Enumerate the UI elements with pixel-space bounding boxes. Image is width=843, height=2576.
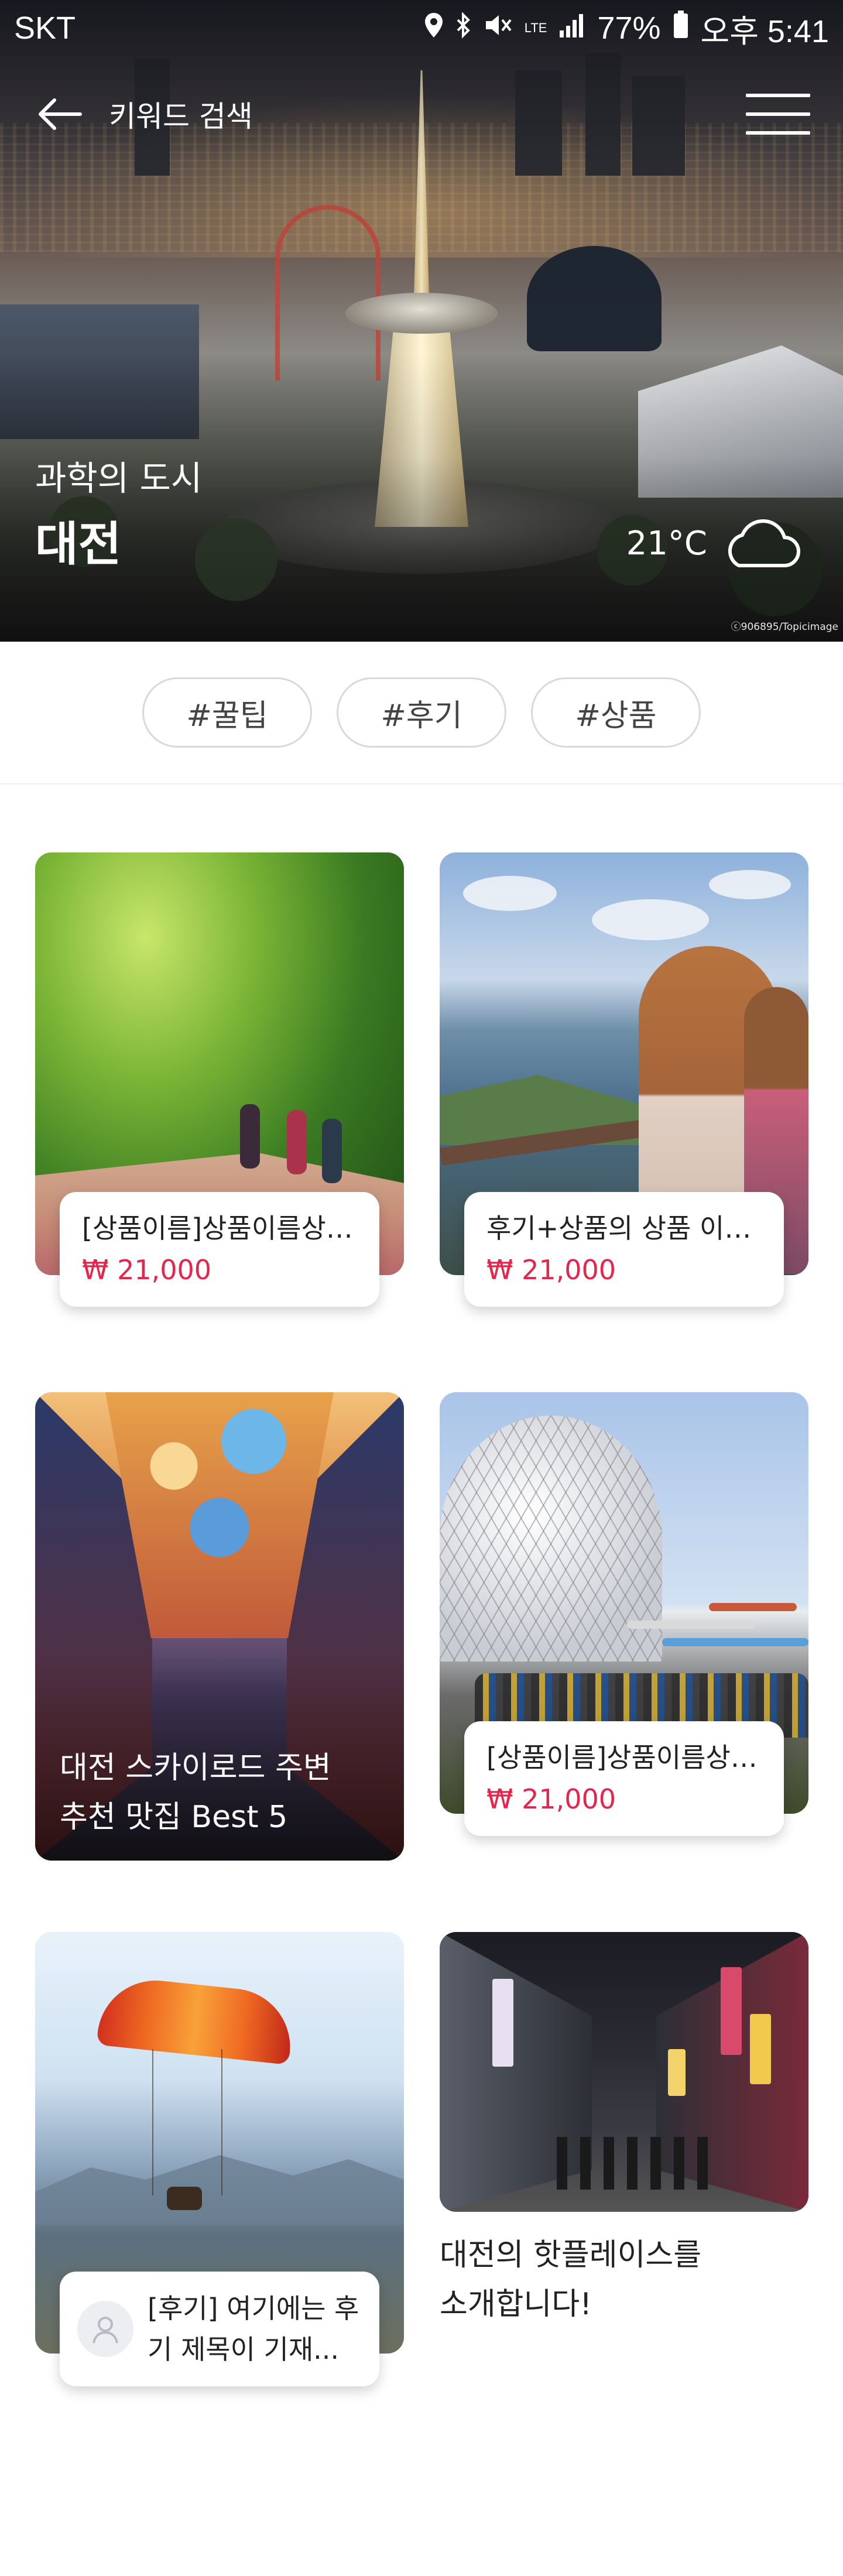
tag-tips[interactable]: #꿀팁 bbox=[142, 677, 312, 748]
battery-icon bbox=[673, 10, 689, 46]
hiker-figure bbox=[287, 1110, 307, 1174]
hamburger-icon-line bbox=[746, 112, 810, 116]
product-card[interactable]: [상품이름]상품이름상품이름 ₩ 21,000 bbox=[35, 852, 404, 1309]
battery-percent: 77% bbox=[597, 11, 661, 46]
article-title-line: 대전의 핫플레이스를 bbox=[440, 2238, 702, 2273]
user-icon bbox=[92, 2317, 118, 2344]
canopy-shape bbox=[709, 1603, 797, 1611]
hiker-figure bbox=[240, 1104, 260, 1169]
review-title-line: [후기] 여기에는 후 bbox=[148, 2293, 359, 2324]
clock: 오후 5:41 bbox=[700, 13, 829, 49]
review-title: [후기] 여기에는 후 기 제목이 기재... bbox=[148, 2288, 359, 2370]
canopy-shape bbox=[662, 1638, 808, 1646]
article-title: 대전의 핫플레이스를 소개합니다! bbox=[440, 2231, 701, 2329]
back-button[interactable] bbox=[33, 88, 85, 141]
arrow-left-icon bbox=[39, 98, 82, 130]
hero-subtitle: 과학의 도시 bbox=[35, 458, 203, 498]
product-name: [상품이름]상품이름상품이름 bbox=[486, 1742, 762, 1773]
review-card[interactable]: [후기] 여기에는 후 기 제목이 기재... bbox=[35, 1932, 404, 2389]
product-name: [상품이름]상품이름상품이름 bbox=[82, 1212, 357, 1244]
article-title: 대전 스카이로드 주변 추천 맛집 Best 5 bbox=[60, 1743, 331, 1842]
card-image bbox=[440, 1932, 808, 2212]
cloud-shape bbox=[592, 899, 709, 940]
hamburger-icon-line bbox=[746, 94, 810, 97]
product-price: ₩ 21,000 bbox=[486, 1783, 616, 1815]
product-name: 후기+상품의 상품 이름입니다 bbox=[486, 1212, 762, 1244]
menu-button[interactable] bbox=[746, 88, 810, 141]
product-info-box: [상품이름]상품이름상품이름 ₩ 21,000 bbox=[60, 1192, 379, 1307]
review-title-line: 기 제목이 기재... bbox=[148, 2334, 340, 2365]
product-info-box: 후기+상품의 상품 이름입니다 ₩ 21,000 bbox=[464, 1192, 784, 1307]
shop-sign bbox=[492, 1979, 513, 2067]
location-icon bbox=[424, 10, 444, 46]
signal-icon bbox=[558, 10, 585, 46]
avatar bbox=[77, 2301, 133, 2357]
cloud-shape bbox=[709, 870, 791, 899]
article-title-line: 소개합니다! bbox=[440, 2287, 592, 2322]
hamburger-icon-line bbox=[746, 131, 810, 135]
bluetooth-icon bbox=[455, 10, 472, 46]
temperature: 21°C bbox=[626, 524, 707, 563]
canopy-shape bbox=[627, 1621, 756, 1629]
top-nav: 키워드 검색 bbox=[0, 76, 843, 152]
mute-icon bbox=[484, 10, 513, 46]
product-card[interactable]: 후기+상품의 상품 이름입니다 ₩ 21,000 bbox=[440, 852, 808, 1309]
hashtag-filter-bar: #꿀팁 #후기 #상품 bbox=[0, 642, 843, 785]
product-info-box: [상품이름]상품이름상품이름 ₩ 21,000 bbox=[464, 1721, 784, 1836]
photo-credit: ⓒ906895/Topicimage bbox=[731, 621, 838, 633]
article-card[interactable]: 대전 스카이로드 주변 추천 맛집 Best 5 bbox=[35, 1392, 404, 1861]
card-image: 대전 스카이로드 주변 추천 맛집 Best 5 bbox=[35, 1392, 404, 1861]
product-card[interactable]: [상품이름]상품이름상품이름 ₩ 21,000 bbox=[440, 1392, 808, 1849]
paraglider-pilot bbox=[167, 2187, 202, 2210]
cloud-icon bbox=[728, 519, 800, 567]
shop-sign bbox=[721, 1967, 742, 2055]
hero-banner: SKT LTE 77% 오후 5:41 키워드 검색 과학의 도시 대전 21°… bbox=[0, 0, 843, 642]
product-price: ₩ 21,000 bbox=[486, 1254, 616, 1286]
product-price: ₩ 21,000 bbox=[82, 1254, 212, 1286]
page-title: 키워드 검색 bbox=[109, 100, 253, 133]
tag-reviews[interactable]: #후기 bbox=[337, 677, 506, 748]
tag-products[interactable]: #상품 bbox=[531, 677, 701, 748]
pedestrians bbox=[557, 2137, 709, 2190]
shop-sign bbox=[750, 2014, 771, 2084]
hiker-figure bbox=[322, 1119, 342, 1183]
article-title-line: 추천 맛집 Best 5 bbox=[60, 1800, 288, 1835]
lte-icon: LTE bbox=[524, 20, 547, 35]
status-bar: SKT LTE 77% 오후 5:41 bbox=[0, 0, 843, 56]
cloud-shape bbox=[463, 876, 557, 911]
hero-city-name: 대전 bbox=[35, 517, 122, 571]
article-title-line: 대전 스카이로드 주변 bbox=[60, 1751, 331, 1786]
article-card[interactable]: 대전의 핫플레이스를 소개합니다! bbox=[440, 1932, 808, 2342]
shop-sign bbox=[668, 2049, 686, 2096]
status-icons: LTE 77% 오후 5:41 bbox=[424, 5, 829, 52]
paraglider-lines bbox=[152, 2049, 222, 2195]
carrier-label: SKT bbox=[14, 11, 76, 46]
weather-widget: 21°C bbox=[626, 515, 802, 571]
review-info-box: [후기] 여기에는 후 기 제목이 기재... bbox=[60, 2272, 379, 2386]
